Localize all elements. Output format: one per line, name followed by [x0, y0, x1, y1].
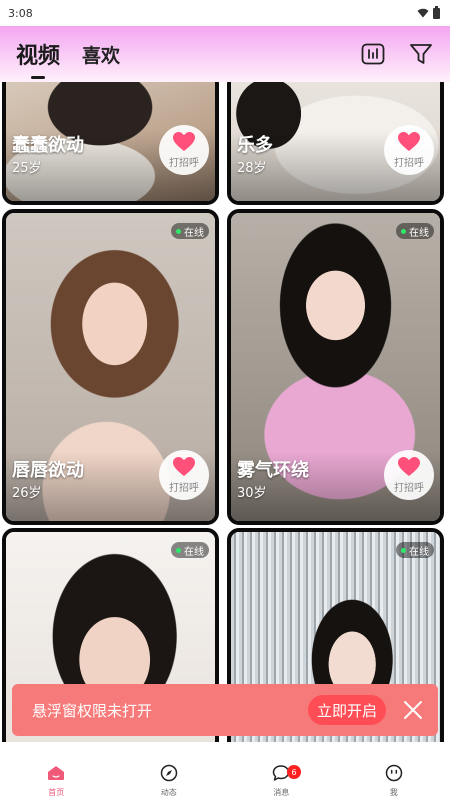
heart-icon — [173, 131, 195, 151]
online-dot-icon — [401, 547, 406, 553]
wifi-icon — [417, 8, 429, 18]
heart-icon — [398, 456, 420, 476]
equalizer-icon[interactable] — [360, 41, 386, 67]
profile-age: 25岁 — [12, 161, 42, 176]
profile-card[interactable]: 乐多 28岁 打招呼 — [227, 82, 444, 205]
online-badge: 在线 — [171, 223, 209, 239]
unread-count-badge: 6 — [287, 765, 301, 779]
enable-now-button[interactable]: 立即开启 — [307, 695, 386, 725]
close-icon[interactable] — [400, 697, 426, 723]
app-screen: 3:08 视频 喜欢 蠢蠢欲动 25岁 打招呼 乐多 28岁 打招呼 在线 唇唇… — [0, 0, 450, 800]
profile-age: 28岁 — [237, 161, 267, 176]
tab-video[interactable]: 视频 — [16, 38, 60, 79]
profile-card[interactable]: 蠢蠢欲动 25岁 打招呼 — [2, 82, 219, 205]
online-badge: 在线 — [171, 542, 209, 558]
online-badge: 在线 — [396, 223, 434, 239]
online-badge: 在线 — [396, 542, 434, 558]
nav-item-profile[interactable]: 我 — [338, 750, 450, 800]
profile-name: 蠢蠢欲动 — [12, 135, 84, 156]
profile-card[interactable]: 在线 唇唇欲动 26岁 打招呼 — [2, 209, 219, 525]
permission-toast: 悬浮窗权限未打开 立即开启 — [12, 684, 438, 736]
nav-label: 首页 — [48, 788, 65, 797]
toast-message: 悬浮窗权限未打开 — [32, 701, 153, 720]
battery-icon — [433, 5, 440, 19]
nav-label: 我 — [389, 788, 398, 797]
status-bar: 3:08 — [0, 0, 450, 26]
online-dot-icon — [176, 228, 181, 234]
compass-icon — [159, 763, 179, 783]
filter-icon[interactable] — [408, 41, 434, 67]
greet-button[interactable]: 打招呼 — [159, 125, 209, 175]
nav-label: 消息 — [273, 788, 290, 797]
nav-label: 动态 — [160, 788, 177, 797]
heart-icon — [173, 456, 195, 476]
header-actions — [360, 41, 434, 67]
greet-button[interactable]: 打招呼 — [159, 450, 209, 500]
profile-name: 乐多 — [237, 135, 273, 156]
status-icons — [417, 5, 440, 19]
home-icon — [46, 763, 66, 783]
heart-icon — [398, 131, 420, 151]
profile-name: 雾气环绕 — [237, 460, 309, 481]
bottom-nav: 首页 动态 6 消息 我 — [0, 750, 450, 800]
online-dot-icon — [401, 228, 406, 234]
profile-age: 30岁 — [237, 486, 267, 501]
profile-name: 唇唇欲动 — [12, 460, 84, 481]
greet-button[interactable]: 打招呼 — [384, 450, 434, 500]
video-card-grid: 蠢蠢欲动 25岁 打招呼 乐多 28岁 打招呼 在线 唇唇欲动 26岁 打招呼 … — [0, 82, 450, 742]
nav-item-home[interactable]: 首页 — [0, 750, 113, 800]
nav-item-messages[interactable]: 6 消息 — [225, 750, 338, 800]
online-dot-icon — [176, 547, 181, 553]
top-header: 视频 喜欢 — [0, 26, 450, 82]
greet-button[interactable]: 打招呼 — [384, 125, 434, 175]
profile-face-icon — [384, 763, 404, 783]
nav-item-moments[interactable]: 动态 — [113, 750, 226, 800]
profile-age: 26岁 — [12, 486, 42, 501]
status-time: 3:08 — [8, 6, 33, 20]
profile-card[interactable]: 在线 雾气环绕 30岁 打招呼 — [227, 209, 444, 525]
tab-likes[interactable]: 喜欢 — [82, 41, 120, 68]
